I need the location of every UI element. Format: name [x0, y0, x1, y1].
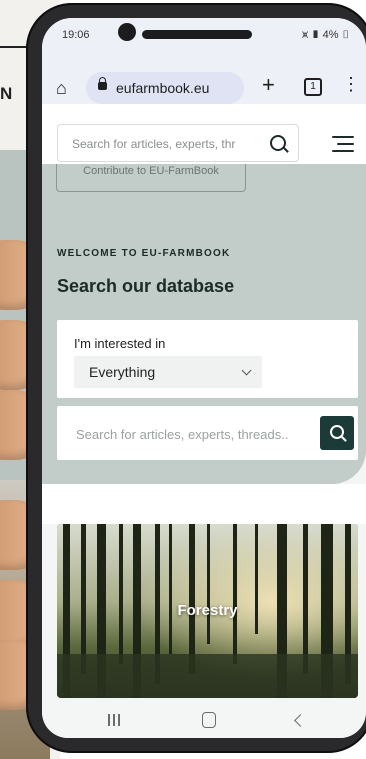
category-card-forestry[interactable]: Forestry — [57, 524, 358, 698]
phone-screen: 19:06 ⩙ ▮ 4% ▯ ⌂ eufarmbook.eu + 1 ⋮ Sea… — [42, 18, 366, 738]
back-icon[interactable] — [294, 714, 307, 727]
hero-section: Contribute to EU-FarmBook WELCOME TO EU-… — [42, 164, 366, 484]
lock-icon — [98, 77, 107, 90]
recent-apps-icon[interactable] — [108, 714, 122, 726]
hero-title: Search our database — [57, 276, 235, 296]
home-icon[interactable]: ⌂ — [56, 78, 67, 99]
search-button[interactable] — [320, 416, 354, 450]
background-heading-fragment: N — [0, 84, 13, 103]
signal-icon: ▮ — [311, 29, 320, 41]
hamburger-menu-icon[interactable] — [332, 136, 354, 152]
site-header — [42, 104, 366, 164]
status-time: 19:06 — [62, 29, 90, 41]
search-icon — [330, 425, 344, 439]
filter-label: I'm interested in — [74, 336, 166, 351]
new-tab-icon[interactable]: + — [262, 72, 275, 98]
home-nav-icon[interactable] — [202, 712, 216, 728]
tab-switcher-button[interactable]: 1 — [304, 78, 322, 96]
camera-icon — [118, 23, 136, 41]
status-bar: 19:06 ⩙ ▮ 4% ▯ — [42, 18, 366, 52]
battery-text: 4% — [322, 29, 339, 41]
browser-toolbar: ⌂ eufarmbook.eu + 1 ⋮ — [42, 52, 366, 104]
android-nav-bar — [42, 702, 366, 738]
category-label: Forestry — [177, 602, 238, 619]
address-text: eufarmbook.eu — [116, 80, 210, 96]
menu-dots-icon[interactable]: ⋮ — [342, 74, 360, 95]
section-spacer — [42, 484, 366, 524]
header-search-input[interactable] — [70, 125, 270, 163]
wifi-icon: ⩙ — [301, 29, 309, 41]
contribute-label: Contribute to EU-FarmBook — [83, 165, 219, 177]
status-pill — [142, 30, 252, 39]
search-icon[interactable] — [270, 135, 286, 151]
address-bar[interactable]: eufarmbook.eu — [86, 72, 244, 104]
status-right: ⩙ ▮ 4% ▯ — [302, 29, 350, 42]
interest-filter: I'm interested in Everything — [57, 320, 358, 398]
contribute-button[interactable]: Contribute to EU-FarmBook — [56, 164, 246, 192]
select-value: Everything — [89, 364, 156, 380]
interest-select[interactable]: Everything — [74, 356, 262, 388]
database-search-input[interactable] — [74, 406, 318, 462]
hero-kicker: WELCOME TO EU-FARMBOOK — [57, 248, 231, 259]
chevron-down-icon — [241, 365, 252, 376]
header-search — [57, 124, 299, 163]
database-search — [57, 406, 358, 462]
battery-icon: ▯ — [341, 29, 350, 41]
